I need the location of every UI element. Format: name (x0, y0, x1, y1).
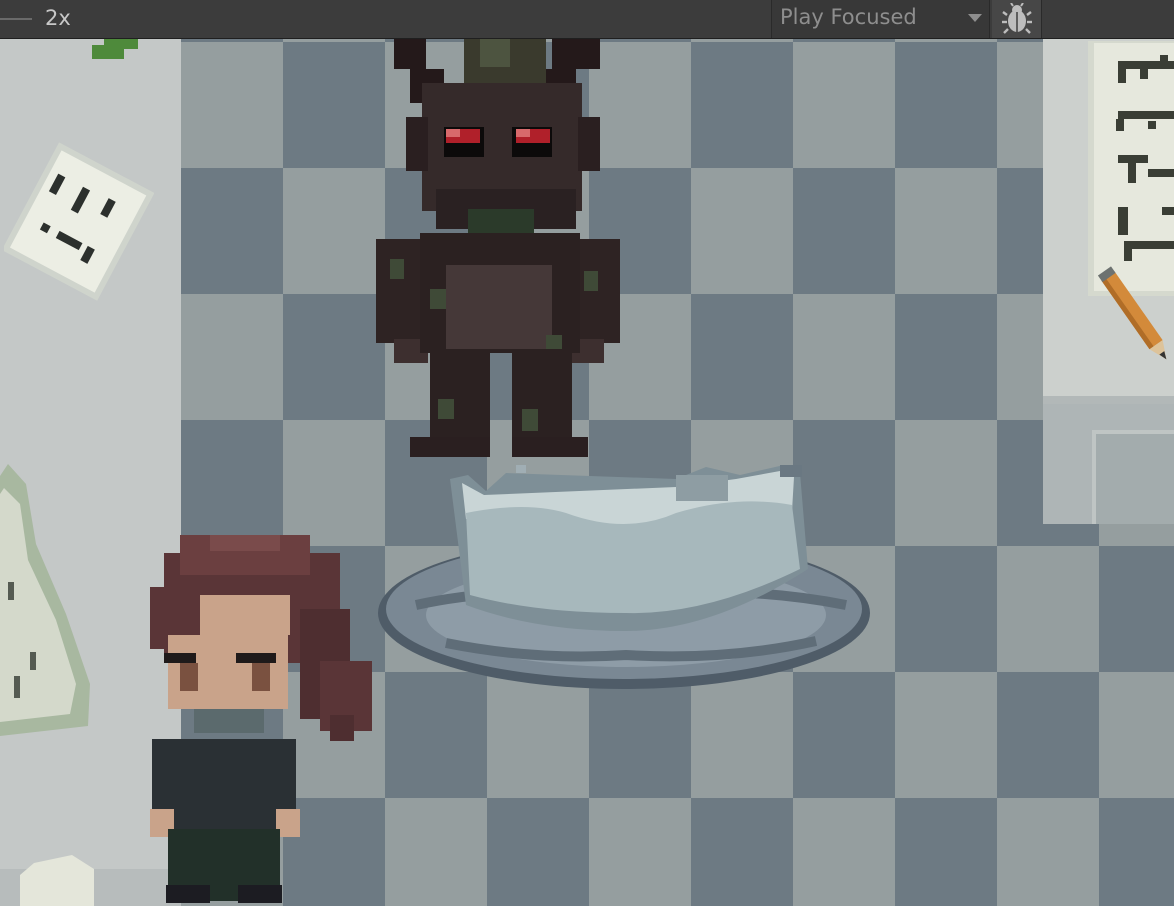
paper-pile-sprite (0, 464, 90, 736)
dark-creature-sprite (376, 39, 620, 457)
girl-character-sprite (150, 535, 372, 903)
right-wall-edge (1043, 396, 1174, 404)
pencil-sprite (1098, 266, 1167, 360)
bug-icon (1002, 3, 1032, 34)
wall-notes-sprite (1088, 41, 1174, 296)
game-viewport[interactable] (0, 39, 1174, 906)
zoom-label: 2x (45, 6, 71, 30)
stone-fountain-sprite (378, 465, 870, 689)
paper-scrap-sprite (20, 855, 94, 906)
game-view-toolbar: 2x Play Focused (0, 0, 1174, 39)
right-crate (1092, 430, 1174, 524)
zoom-slider[interactable] (0, 18, 32, 20)
chevron-down-icon (968, 14, 982, 22)
play-mode-label: Play Focused (780, 5, 917, 29)
green-leaf-sprite (92, 39, 138, 59)
debug-button[interactable] (992, 0, 1042, 38)
play-mode-dropdown[interactable]: Play Focused (771, 0, 990, 38)
parchment-note-sprite (4, 142, 154, 301)
